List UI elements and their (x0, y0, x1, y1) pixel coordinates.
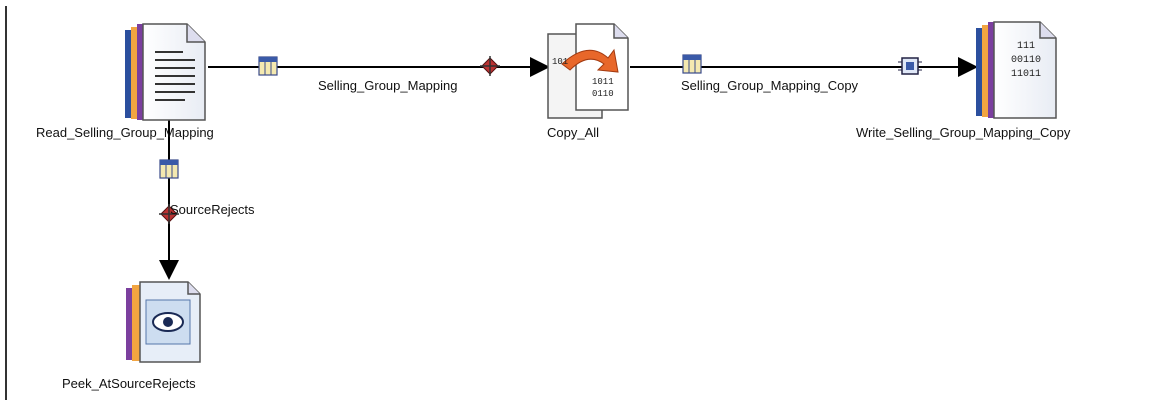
link-table-icon[interactable] (258, 56, 278, 76)
dataset-file-icon[interactable]: 111 00110 11011 (976, 21, 1057, 119)
stage-label-peek: Peek_AtSourceRejects (62, 376, 196, 391)
link-label-selling-group-mapping-copy: Selling_Group_Mapping_Copy (681, 78, 859, 93)
link-table-icon[interactable] (682, 54, 702, 74)
stage-label-copy: Copy_All (547, 125, 600, 140)
collector-marker-icon (898, 57, 922, 75)
sequential-file-icon[interactable] (125, 23, 206, 121)
peek-stage-icon[interactable] (126, 281, 201, 363)
link-label-source-rejects: SourceRejects (170, 202, 255, 217)
link-label-selling-group-mapping: Selling_Group_Mapping (318, 78, 458, 93)
svg-text:00110: 00110 (1011, 55, 1041, 66)
copy-stage-icon[interactable]: 101 1011 0110 (547, 23, 629, 119)
link-table-icon[interactable] (159, 159, 179, 179)
svg-text:11011: 11011 (1011, 69, 1041, 80)
svg-text:0110: 0110 (592, 89, 614, 99)
job-canvas[interactable]: 101 1011 0110 111 00110 11011 (0, 0, 1157, 400)
svg-text:111: 111 (1017, 41, 1035, 52)
stage-label-read: Read_Selling_Group_Mapping (36, 125, 214, 140)
svg-text:101: 101 (552, 57, 568, 67)
svg-text:1011: 1011 (592, 77, 614, 87)
stage-label-write: Write_Selling_Group_Mapping_Copy (856, 125, 1071, 140)
partition-marker-icon (480, 56, 500, 76)
